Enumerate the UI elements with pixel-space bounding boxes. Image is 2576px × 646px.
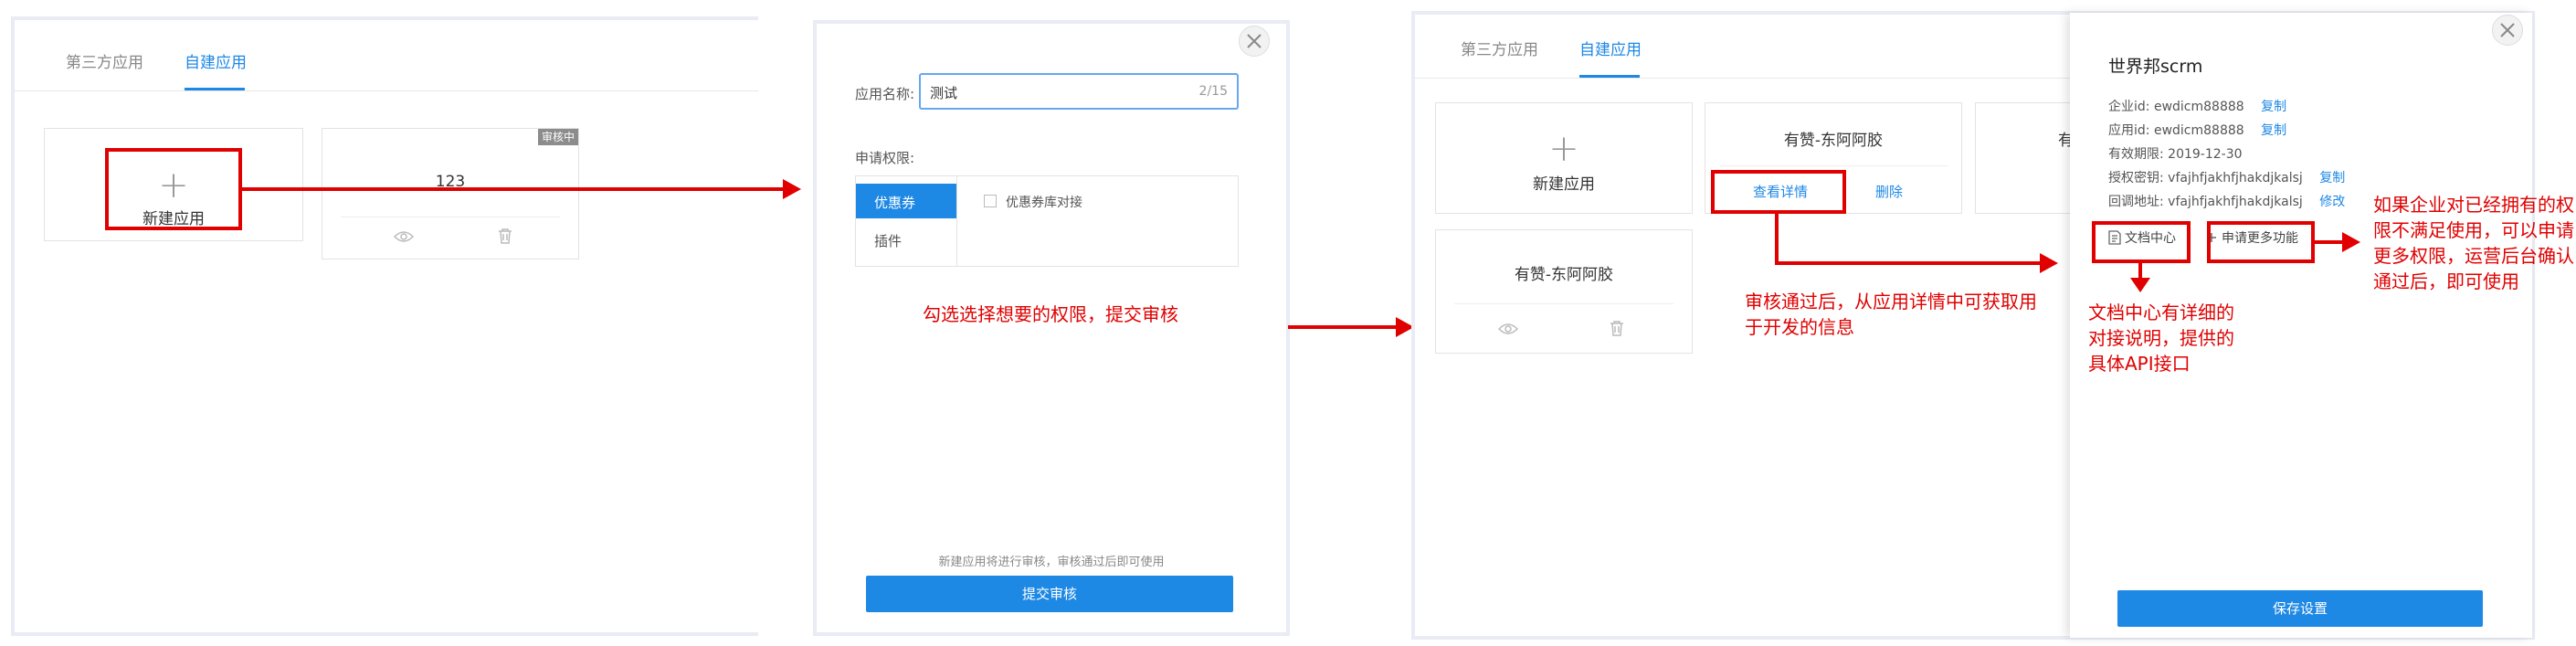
- new-app-card-2[interactable]: + 新建应用: [1435, 102, 1693, 214]
- trash-icon[interactable]: [498, 228, 512, 248]
- option-checkbox[interactable]: [984, 195, 997, 207]
- plus-icon: +: [1548, 128, 1579, 170]
- tab-divider: [15, 90, 758, 91]
- option-label: 优惠券库对接: [1006, 196, 1082, 210]
- permission-box: 优惠券 插件 优惠券库对接: [855, 175, 1239, 267]
- highlight-doc-center: [2092, 221, 2191, 263]
- app-name-input[interactable]: 测试 2/15: [919, 73, 1239, 110]
- eye-icon[interactable]: [393, 229, 415, 248]
- save-settings-button[interactable]: 保存设置: [2117, 590, 2483, 627]
- copy-secret-link[interactable]: 复制: [2319, 171, 2345, 185]
- close-button[interactable]: [1239, 26, 1270, 57]
- panel1: 第三方应用 自建应用 + 新建应用 审核中 123: [15, 20, 758, 632]
- highlight-new-app: [105, 148, 242, 230]
- app-card-youzan-2[interactable]: 有赞-东阿阿胶: [1435, 229, 1693, 354]
- annotation-details-line2: 于开发的信息: [1745, 316, 1854, 338]
- category-divider: [956, 176, 957, 266]
- edit-callback-link[interactable]: 修改: [2319, 195, 2345, 209]
- annotation-details-line1: 审核通过后，从应用详情中可获取用: [1745, 291, 2037, 312]
- annotation-more-line4: 通过后，即可使用: [2373, 270, 2519, 292]
- app-name-counter: 2/15: [1198, 84, 1228, 99]
- app-card-title: 有赞-东阿阿胶: [1783, 132, 1884, 150]
- row-expiry: 有效期限: 2019-12-30: [2108, 147, 2243, 162]
- annotation-select-permissions: 勾选选择想要的权限，提交审核: [923, 303, 1178, 325]
- copy-corp-id-link[interactable]: 复制: [2261, 100, 2286, 114]
- app-name-value: 测试: [930, 85, 958, 101]
- category-coupon-label: 优惠券: [874, 195, 916, 211]
- permission-label: 申请权限:: [855, 150, 915, 166]
- arrow-1: [239, 179, 801, 199]
- arrow-3: [1775, 212, 2058, 273]
- annotation-more-line1: 如果企业对已经拥有的权: [2373, 194, 2574, 216]
- category-plugin[interactable]: 插件: [856, 222, 956, 257]
- annotation-doc-line3: 具体API接口: [2088, 353, 2191, 375]
- annotation-more-line2: 限不满足使用，可以申请: [2373, 219, 2574, 241]
- drawer-title: 世界邦scrm: [2108, 57, 2203, 77]
- row-callback-url: 回调地址: vfajhfjakhfjhakdjkalsj 修改: [2108, 195, 2346, 209]
- app-card-partial[interactable]: 有: [1975, 102, 2085, 214]
- row-app-id: 应用id: ewdicm88888 复制: [2108, 123, 2287, 138]
- app-card-title: 有赞-东阿阿胶: [1514, 266, 1614, 284]
- card-divider: [1454, 303, 1673, 304]
- tab-self-built[interactable]: 自建应用: [185, 49, 247, 72]
- new-app-label-2: 新建应用: [1533, 175, 1595, 194]
- card-divider: [1720, 165, 1948, 166]
- trash-icon[interactable]: [1610, 320, 1624, 340]
- category-plugin-label: 插件: [874, 233, 903, 249]
- close-icon: [2500, 23, 2515, 37]
- copy-app-id-link[interactable]: 复制: [2261, 123, 2286, 138]
- arrow-5: [2313, 232, 2360, 252]
- annotation-more-line3: 更多权限，运营后台确认: [2373, 245, 2574, 267]
- close-icon: [1247, 34, 1262, 48]
- delete-link[interactable]: 删除: [1875, 182, 1903, 201]
- eye-icon[interactable]: [1497, 322, 1519, 340]
- row-secret-key: 授权密钥: vfajhfjakhfjhakdjkalsj 复制: [2108, 171, 2346, 185]
- drawer-close-button[interactable]: [2492, 15, 2523, 46]
- annotation-doc-line2: 对接说明，提供的: [2088, 327, 2234, 349]
- create-app-dialog: 应用名称: 测试 2/15 申请权限: 优惠券 插件 优惠券库对接 新建应用将进…: [817, 24, 1286, 632]
- tab-third-party-2[interactable]: 第三方应用: [1461, 37, 1538, 59]
- submit-review-button[interactable]: 提交审核: [866, 576, 1233, 612]
- status-badge: 审核中: [537, 129, 578, 145]
- app-name-label: 应用名称:: [855, 86, 915, 102]
- review-hint: 新建应用将进行审核，审核通过后即可使用: [938, 556, 1165, 569]
- row-corp-id: 企业id: ewdicm88888 复制: [2108, 100, 2287, 114]
- tab-third-party[interactable]: 第三方应用: [66, 49, 143, 72]
- highlight-request-more: [2207, 221, 2315, 263]
- arrow-4: [2130, 261, 2150, 292]
- tab-self-built-2[interactable]: 自建应用: [1579, 37, 1642, 59]
- arrow-2: [1288, 317, 1414, 337]
- annotation-doc-line1: 文档中心有详细的: [2088, 302, 2234, 323]
- highlight-view-details: [1711, 170, 1846, 214]
- category-coupon[interactable]: 优惠券: [856, 184, 956, 218]
